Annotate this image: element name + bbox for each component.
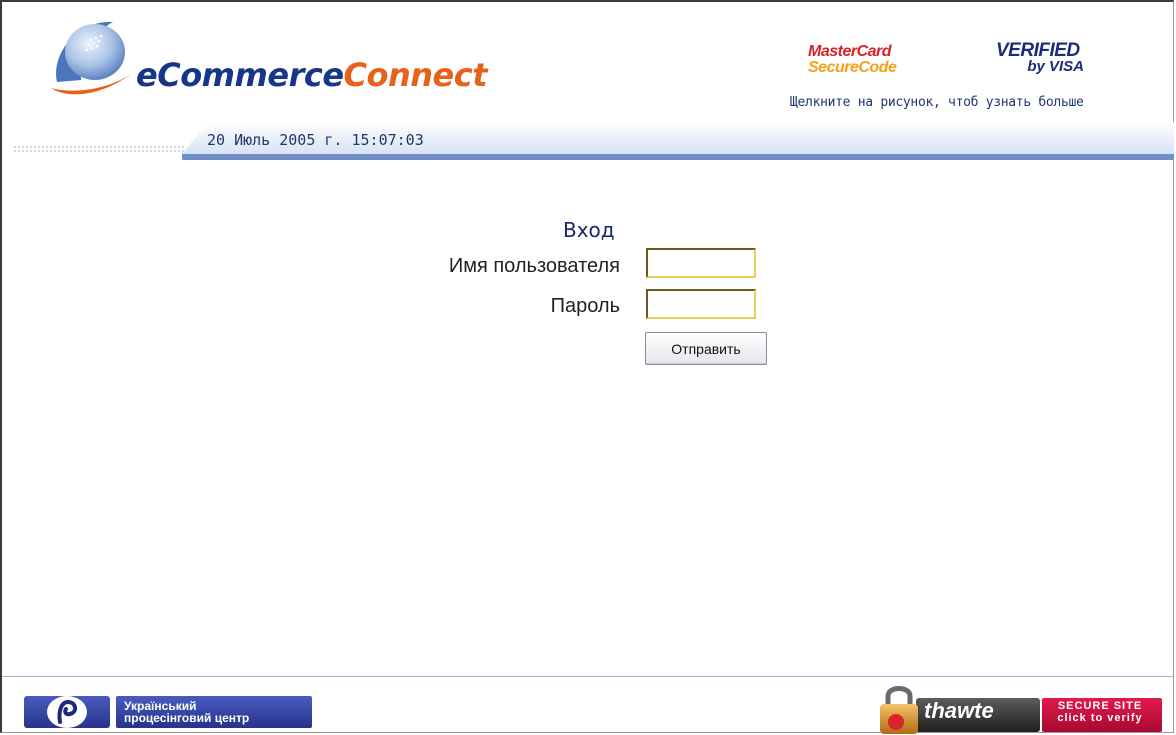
password-label: Пароль (550, 295, 620, 317)
thawte-secure-line2: click to verify (1057, 712, 1143, 724)
ecommerce-connect-logo: eCommerceConnect (136, 56, 488, 94)
upc-name-line2: процесінговий центр (124, 711, 250, 725)
logo-text-part2: Connect (343, 56, 488, 94)
submit-button[interactable]: Отправить (645, 332, 767, 365)
date-bar-background (14, 122, 1174, 160)
ecommerce-logo-icon (51, 21, 131, 95)
click-hint-text: Щелкните на рисунок, чтоб узнать больше (790, 95, 1084, 110)
thawte-secure-text: SECURE SITE click to verify (1042, 700, 1158, 724)
thawte-brand: thawte (924, 698, 994, 723)
username-label: Имя пользователя (448, 255, 620, 277)
password-input[interactable] (646, 289, 756, 319)
verified-by-visa-logo[interactable]: VERIFIED by VISA (996, 40, 1092, 75)
current-datetime: 20 Июль 2005 г. 15:07:03 (207, 131, 424, 149)
footer-divider (2, 676, 1174, 677)
logo-text-part1: eCommerce (136, 56, 344, 94)
thawte-secure-line1: SECURE SITE (1057, 700, 1143, 712)
mastercard-securecode-logo[interactable]: MasterCard SecureCode (808, 43, 897, 76)
mastercard-line1: MasterCard (808, 43, 892, 60)
username-input[interactable] (646, 248, 756, 278)
mastercard-line2: SecureCode (808, 59, 897, 76)
login-title: Вход (563, 218, 615, 242)
